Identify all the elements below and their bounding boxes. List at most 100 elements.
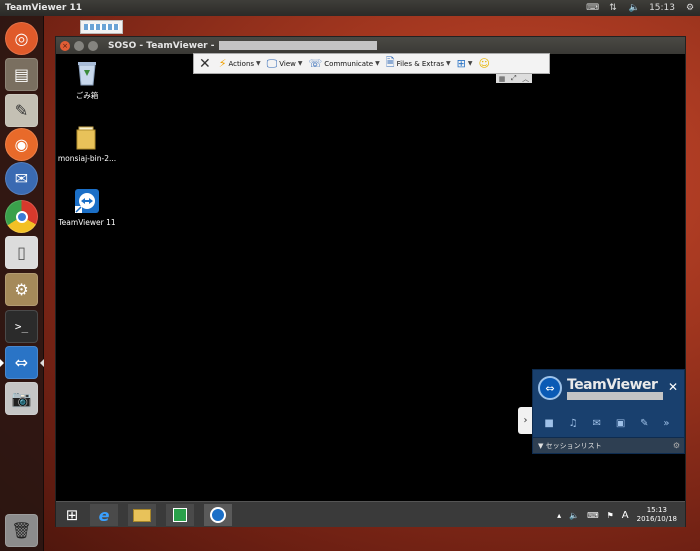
window-titlebar[interactable]: × SOSO - TeamViewer - <box>56 37 685 54</box>
folder-icon <box>74 123 100 151</box>
windows-logo-icon: ⊞ <box>456 57 466 70</box>
file-transfer-icon: 🗎 <box>385 56 395 69</box>
thunderbird-icon: ✉ <box>14 169 29 188</box>
toolbar-files-extras[interactable]: 🗎 Files & Extras ▼ <box>383 54 454 73</box>
taskbar-time: 15:13 <box>646 506 667 514</box>
launcher-dash[interactable]: ◎ <box>5 22 38 55</box>
toolbar-windows[interactable]: ⊞ ▼ <box>454 54 476 73</box>
launcher-system-tools[interactable]: ⚙ <box>5 273 38 306</box>
more-chevron-icon[interactable]: » <box>663 418 669 429</box>
recycle-bin-icon <box>74 59 100 87</box>
chevron-down-icon: ▼ <box>467 60 473 67</box>
panel-actions-row: ■ ♫ ✉ ▣ ✎ » <box>537 415 677 431</box>
launcher-files[interactable]: ▤ <box>5 58 38 91</box>
chevron-down-icon: ▼ <box>297 60 303 67</box>
desktop-icon-label: ごみ箱 <box>75 91 99 100</box>
chrome-icon <box>15 210 28 223</box>
launcher-text-editor[interactable]: ✎ <box>5 94 38 127</box>
launcher-trash[interactable]: 🗑 <box>5 514 38 547</box>
network-icon[interactable]: ⇅ <box>607 3 619 13</box>
system-tray: ▴ 🔈 ⌨ ⚑ A 15:13 2016/10/18 <box>557 502 677 528</box>
toolbar-view[interactable]: 🖵 View ▼ <box>264 54 306 73</box>
file-box-icon[interactable]: ▣ <box>616 418 625 429</box>
monitor-icon: 🖵 <box>266 56 278 70</box>
window-title: SOSO - TeamViewer - <box>108 40 215 51</box>
launcher-teamviewer[interactable]: ⇔ <box>0 346 44 379</box>
launcher-camera[interactable]: 📷 <box>5 382 38 415</box>
panel-clock[interactable]: 15:13 <box>649 3 675 13</box>
close-session-icon[interactable]: ✕ <box>194 56 216 72</box>
text-editor-icon: ✎ <box>14 101 29 120</box>
video-icon[interactable]: ■ <box>544 418 553 429</box>
grid-icon[interactable]: ▦ <box>499 75 506 83</box>
gear-tools-icon: ⚙ <box>14 280 29 299</box>
redacted-id <box>218 41 377 50</box>
window-close-button[interactable]: × <box>60 40 70 51</box>
headset-icon[interactable]: ♫ <box>569 418 578 429</box>
desktop-icon-label: monsiaj-bin-2... <box>57 154 117 163</box>
launcher-terminal[interactable]: >_ <box>5 310 38 343</box>
windows-logo-icon: ⊞ <box>65 506 79 524</box>
taskbar-teamviewer[interactable] <box>204 504 232 526</box>
chevron-down-icon: ▼ <box>375 60 380 67</box>
session-gear-icon[interactable]: ⚙ <box>673 441 680 450</box>
session-list-header[interactable]: ▼ セッションリスト ⚙ <box>533 437 684 453</box>
taskbar-ie[interactable]: e <box>90 504 118 526</box>
taskbar-explorer[interactable] <box>128 504 156 526</box>
chevron-down-icon: ▼ <box>256 60 261 67</box>
camera-icon: 📷 <box>11 389 32 408</box>
fullscreen-icon[interactable]: ⤢ <box>511 74 517 83</box>
taskbar-store[interactable] <box>166 504 194 526</box>
keyboard-icon[interactable]: ⌨ <box>586 3 599 13</box>
speaker-icon[interactable]: 🔈 <box>569 511 579 520</box>
desktop-icon-label: TeamViewer 11 <box>58 218 116 227</box>
redacted-partner-name <box>567 392 663 400</box>
desktop-icon-recycle-bin[interactable]: ごみ箱 <box>52 59 122 101</box>
trash-icon: 🗑 <box>11 521 32 540</box>
toolbar-sub-controls: ▦ ⤢ ︿ <box>496 74 532 83</box>
window-maximize-button[interactable] <box>88 40 98 51</box>
communicate-label: Communicate <box>324 59 374 68</box>
window-minimize-button[interactable] <box>74 40 84 51</box>
store-icon <box>173 508 187 522</box>
toolbar-actions[interactable]: ⚡ Actions ▼ <box>216 54 264 73</box>
desktop-mini-indicator <box>80 20 123 34</box>
firefox-icon: ◉ <box>14 135 29 154</box>
teamviewer-icon <box>210 507 226 523</box>
launcher-libreoffice[interactable]: ▯ <box>5 236 38 269</box>
remote-control-toolbar: ✕ ⚡ Actions ▼ 🖵 View ▼ ☏ Communicate ▼ 🗎… <box>193 53 550 74</box>
session-list-label: ▼ セッションリスト <box>538 441 602 450</box>
lightning-icon: ⚡ <box>218 57 227 70</box>
settings-gear-icon[interactable]: ⚙ <box>684 3 696 13</box>
files-label: Files & Extras <box>396 59 445 68</box>
network-monitor-icon[interactable]: ⌨ <box>587 511 599 520</box>
desktop-icon-folder[interactable]: monsiaj-bin-2... <box>52 123 122 163</box>
launcher-chrome[interactable] <box>5 200 38 233</box>
launcher-firefox[interactable]: ◉ <box>5 128 38 161</box>
terminal-icon: >_ <box>14 320 29 333</box>
ubuntu-launcher: ◎ ▤ ✎ ◉ ✉ ▯ ⚙ >_ ⇔ 📷 🗑 <box>0 16 44 551</box>
ime-indicator[interactable]: A <box>622 510 629 521</box>
chevron-right-icon: › <box>523 415 528 426</box>
panel-close-icon[interactable]: ✕ <box>668 380 678 394</box>
toolbar-feedback[interactable]: ☺ <box>475 54 492 73</box>
collapse-toolbar-icon[interactable]: ︿ <box>522 74 529 84</box>
launcher-thunderbird[interactable]: ✉ <box>5 162 38 195</box>
desktop-icon-teamviewer[interactable]: TeamViewer 11 <box>52 187 122 227</box>
pen-icon[interactable]: ✎ <box>640 418 648 429</box>
teamviewer-logo-icon: ⇔ <box>538 376 562 400</box>
taskbar-date: 2016/10/18 <box>636 515 677 523</box>
internet-explorer-icon: e <box>98 505 110 525</box>
panel-indicators: ⌨ ⇅ 🔈 15:13 ⚙ <box>586 0 696 16</box>
start-button[interactable]: ⊞ <box>58 504 86 526</box>
taskbar-clock[interactable]: 15:13 2016/10/18 <box>637 506 677 524</box>
volume-icon[interactable]: 🔈 <box>628 3 640 13</box>
view-label: View <box>279 59 296 68</box>
tray-chevron-up-icon[interactable]: ▴ <box>557 511 561 520</box>
panel-expand-tab[interactable]: › <box>518 407 533 434</box>
remote-windows-taskbar: ⊞ e ▴ 🔈 ⌨ ⚑ A 15:13 2016/10/18 <box>56 501 685 527</box>
flag-icon[interactable]: ⚑ <box>607 511 614 520</box>
actions-label: Actions <box>228 59 255 68</box>
chat-icon[interactable]: ✉ <box>593 418 601 429</box>
toolbar-communicate[interactable]: ☏ Communicate ▼ <box>306 54 383 73</box>
